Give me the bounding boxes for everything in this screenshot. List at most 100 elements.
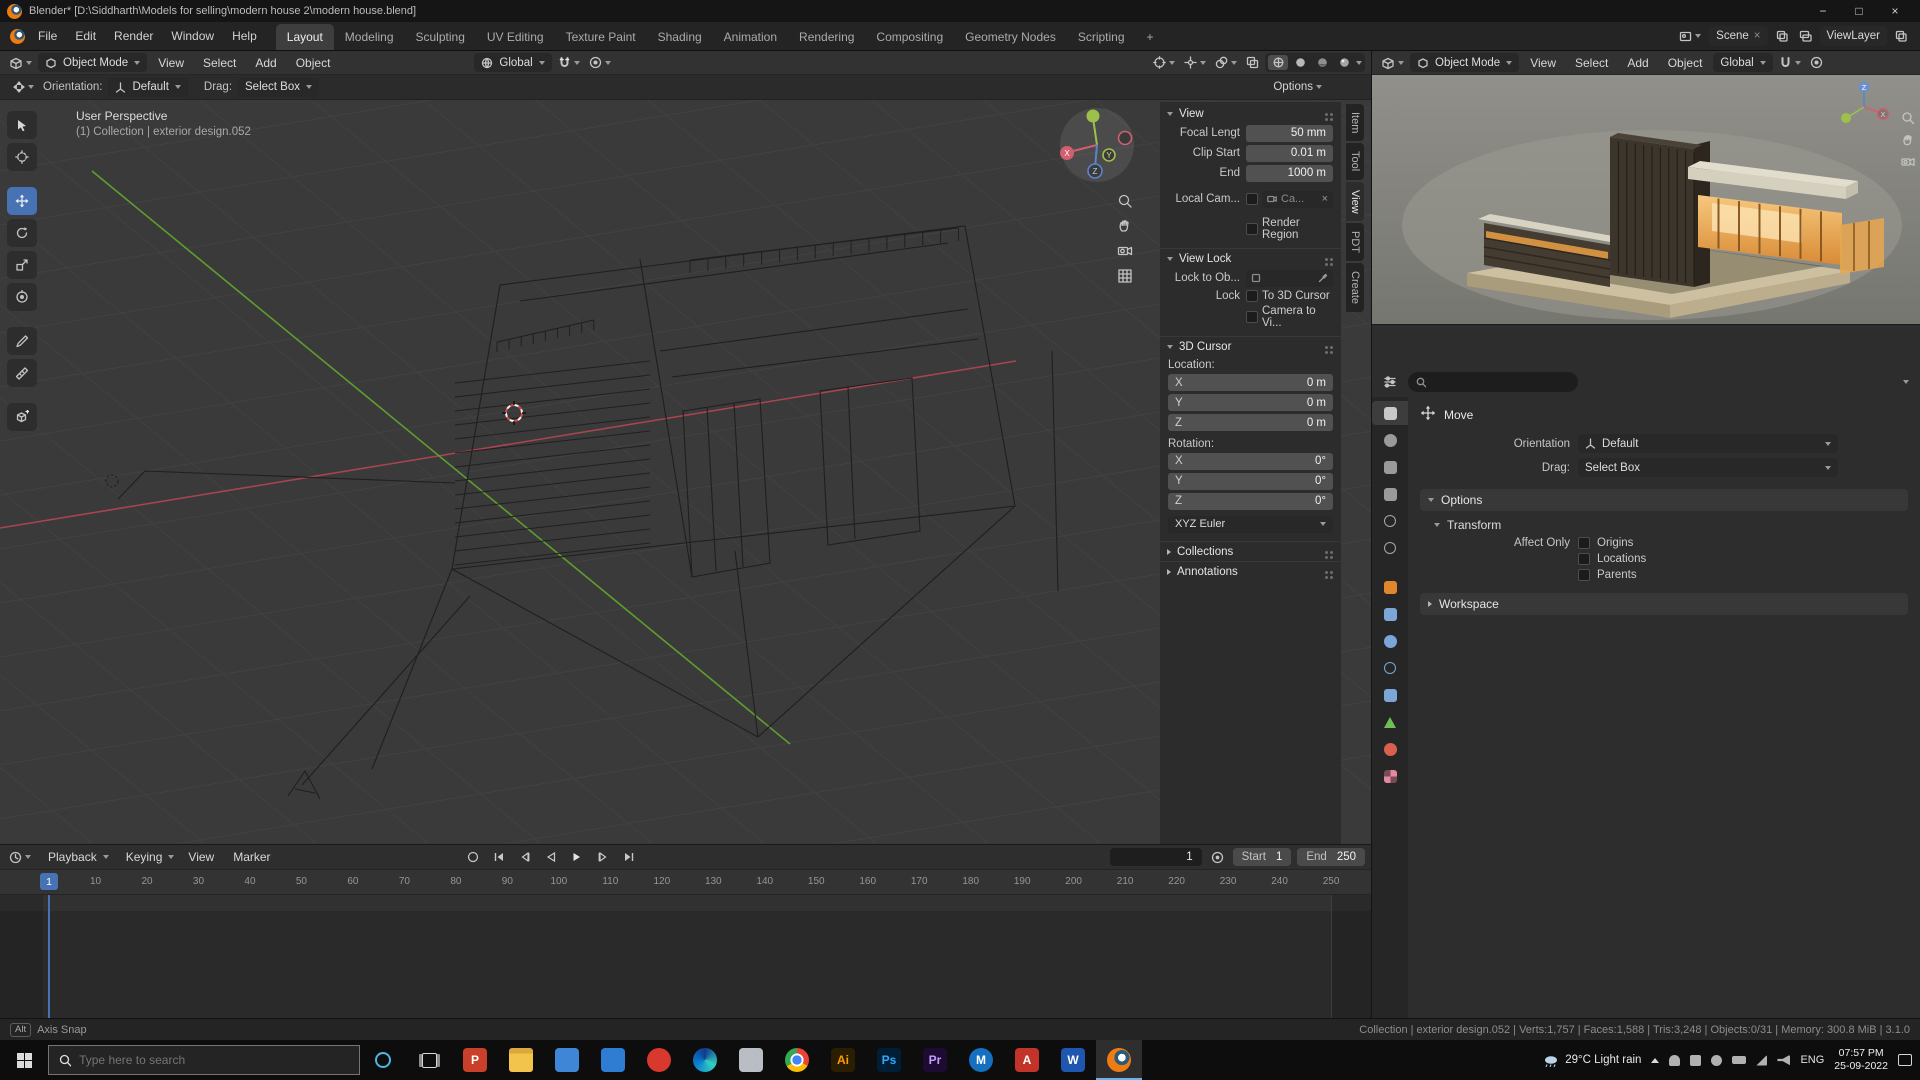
auto-keying-icon[interactable] <box>1208 848 1227 867</box>
preview-viewport[interactable]: Z X <box>1372 75 1920 325</box>
properties-filter-button[interactable] <box>1900 373 1912 392</box>
shading-rendered-button[interactable] <box>1334 55 1354 70</box>
properties-search-input[interactable] <box>1430 376 1570 388</box>
properties-editor-type-button[interactable] <box>1380 373 1400 392</box>
workspace-tab-sculpting[interactable]: Sculpting <box>405 24 476 50</box>
affect-parents-checkbox[interactable] <box>1578 569 1590 581</box>
cursor-loc-y-field[interactable]: Y 0 m <box>1168 394 1333 411</box>
language-indicator[interactable]: ENG <box>1800 1054 1824 1066</box>
gizmo-y-label[interactable]: Y <box>1106 151 1112 160</box>
taskbar-app-malwarebytes[interactable]: M <box>958 1040 1004 1080</box>
menu-help[interactable]: Help <box>223 22 266 50</box>
show-overlays-button[interactable] <box>1212 53 1240 72</box>
add-cube-tool[interactable] <box>7 403 37 431</box>
taskbar-app-photoshop[interactable]: Ps <box>866 1040 912 1080</box>
preview-menu-object[interactable]: Object <box>1660 56 1711 70</box>
clip-start-field[interactable]: 0.01 m <box>1246 144 1333 162</box>
focal-length-field[interactable]: 50 mm <box>1246 124 1333 142</box>
panel-drag-dots[interactable] <box>1325 345 1328 349</box>
properties-tab-object-data-icon[interactable] <box>1372 710 1408 734</box>
local-camera-field[interactable]: Ca... × <box>1262 190 1333 208</box>
section-view-lock-header[interactable]: View Lock <box>1160 248 1341 268</box>
local-camera-checkbox[interactable] <box>1246 193 1258 205</box>
tool-orientation-dropdown[interactable]: Default <box>1578 434 1838 453</box>
timeline-menu-view[interactable]: View <box>180 850 222 864</box>
timeline-menu-keying[interactable]: Keying <box>115 848 178 867</box>
workspace-tab-layout[interactable]: Layout <box>275 24 334 50</box>
action-center-icon[interactable] <box>1898 1054 1912 1066</box>
update-icon[interactable] <box>1711 1054 1723 1066</box>
taskbar-app-files-app[interactable] <box>728 1040 774 1080</box>
start-frame-field[interactable]: Start 1 <box>1232 848 1292 866</box>
rotate-tool[interactable] <box>7 219 37 247</box>
jump-to-end-button[interactable] <box>618 848 640 866</box>
properties-tab-render-icon[interactable] <box>1372 428 1408 452</box>
cursor-rot-z-field[interactable]: Z 0° <box>1168 492 1333 510</box>
transform-orientation-dropdown[interactable]: Global <box>474 53 552 72</box>
taskbar-search[interactable] <box>48 1045 360 1075</box>
sidebar-tab-item[interactable]: Item <box>1346 104 1364 142</box>
annotate-tool[interactable] <box>7 327 37 355</box>
minimize-button[interactable]: − <box>1805 0 1841 22</box>
scene-name-field[interactable]: Scene × <box>1709 26 1768 46</box>
lock-to-object-field[interactable] <box>1246 269 1333 287</box>
taskbar-app-media-player[interactable] <box>636 1040 682 1080</box>
panel-drag-dots[interactable] <box>1325 257 1328 261</box>
preview-menu-add[interactable]: Add <box>1619 56 1656 70</box>
properties-tab-tool-icon[interactable] <box>1372 401 1408 425</box>
zoom-icon[interactable] <box>1901 111 1915 125</box>
cursor-rot-y-field[interactable]: Y 0° <box>1168 472 1333 490</box>
security-icon[interactable] <box>1690 1054 1702 1066</box>
battery-icon[interactable] <box>1732 1056 1747 1064</box>
sidebar-tab-pdt[interactable]: PDT <box>1346 223 1364 262</box>
workspace-tab-modeling[interactable]: Modeling <box>334 24 405 50</box>
properties-search[interactable] <box>1408 372 1578 392</box>
pivot-point-button[interactable] <box>1150 53 1178 72</box>
preview-navigation-gizmo[interactable]: Z X <box>1836 79 1892 138</box>
scene-unlink-icon[interactable]: × <box>1754 30 1761 42</box>
tray-expand-icon[interactable] <box>1651 1057 1660 1063</box>
camera-view-icon[interactable] <box>1901 155 1915 169</box>
select-box-tool[interactable] <box>7 111 37 139</box>
viewport-menu-select[interactable]: Select <box>195 56 244 70</box>
measure-tool[interactable] <box>7 359 37 387</box>
camera-view-icon[interactable] <box>1117 243 1133 259</box>
section-annotations-header[interactable]: Annotations <box>1160 561 1341 581</box>
options-popover-button[interactable]: Options <box>1270 78 1325 97</box>
drag-dropdown[interactable]: Select Box <box>238 77 319 97</box>
menu-edit[interactable]: Edit <box>66 22 105 50</box>
playhead-line[interactable] <box>48 895 50 1018</box>
cursor-loc-z-field[interactable]: Z 0 m <box>1168 414 1333 431</box>
timeline-editor-type-button[interactable] <box>6 848 34 867</box>
taskbar-app-powerpoint[interactable]: P <box>452 1040 498 1080</box>
clip-end-field[interactable]: 1000 m <box>1246 164 1333 182</box>
tool-drag-dropdown[interactable]: Select Box <box>1578 458 1838 477</box>
transform-subpanel-header[interactable]: Transform <box>1426 515 1908 535</box>
viewlayer-name-field[interactable]: ViewLayer <box>1819 26 1887 46</box>
gizmo-z-label[interactable]: Z <box>1862 83 1867 92</box>
viewport-3d[interactable]: Object Mode View Select Add Object Globa… <box>0 51 1371 844</box>
workspace-panel-header[interactable]: Workspace <box>1420 593 1908 615</box>
taskbar-app-file-explorer[interactable] <box>498 1040 544 1080</box>
zoom-icon[interactable] <box>1117 193 1133 209</box>
snap-toggle-button[interactable] <box>555 53 583 72</box>
shading-material-button[interactable] <box>1312 55 1332 70</box>
properties-tab-view-layer-icon[interactable] <box>1372 482 1408 506</box>
tool-orientation-dropdown[interactable]: Default <box>108 77 188 97</box>
viewport-menu-add[interactable]: Add <box>247 56 284 70</box>
section-collections-header[interactable]: Collections <box>1160 541 1341 561</box>
preview-mode-dropdown[interactable]: Object Mode <box>1410 53 1520 72</box>
show-gizmo-button[interactable] <box>1181 53 1209 72</box>
sidebar-tab-view[interactable]: View <box>1346 181 1364 222</box>
workspace-tab-rendering[interactable]: Rendering <box>788 24 865 50</box>
properties-tab-physics-icon[interactable] <box>1372 656 1408 680</box>
properties-tab-object-icon[interactable] <box>1372 575 1408 599</box>
workspace-tab-shading[interactable]: Shading <box>647 24 713 50</box>
move-tool[interactable] <box>7 187 37 215</box>
timeline-menu-playback[interactable]: Playback <box>37 848 112 867</box>
properties-tab-texture-icon[interactable] <box>1372 764 1408 788</box>
next-keyframe-button[interactable] <box>592 848 614 866</box>
close-button[interactable]: × <box>1877 0 1913 22</box>
sidebar-tab-create[interactable]: Create <box>1346 263 1364 313</box>
end-frame-field[interactable]: End 250 <box>1297 848 1365 866</box>
